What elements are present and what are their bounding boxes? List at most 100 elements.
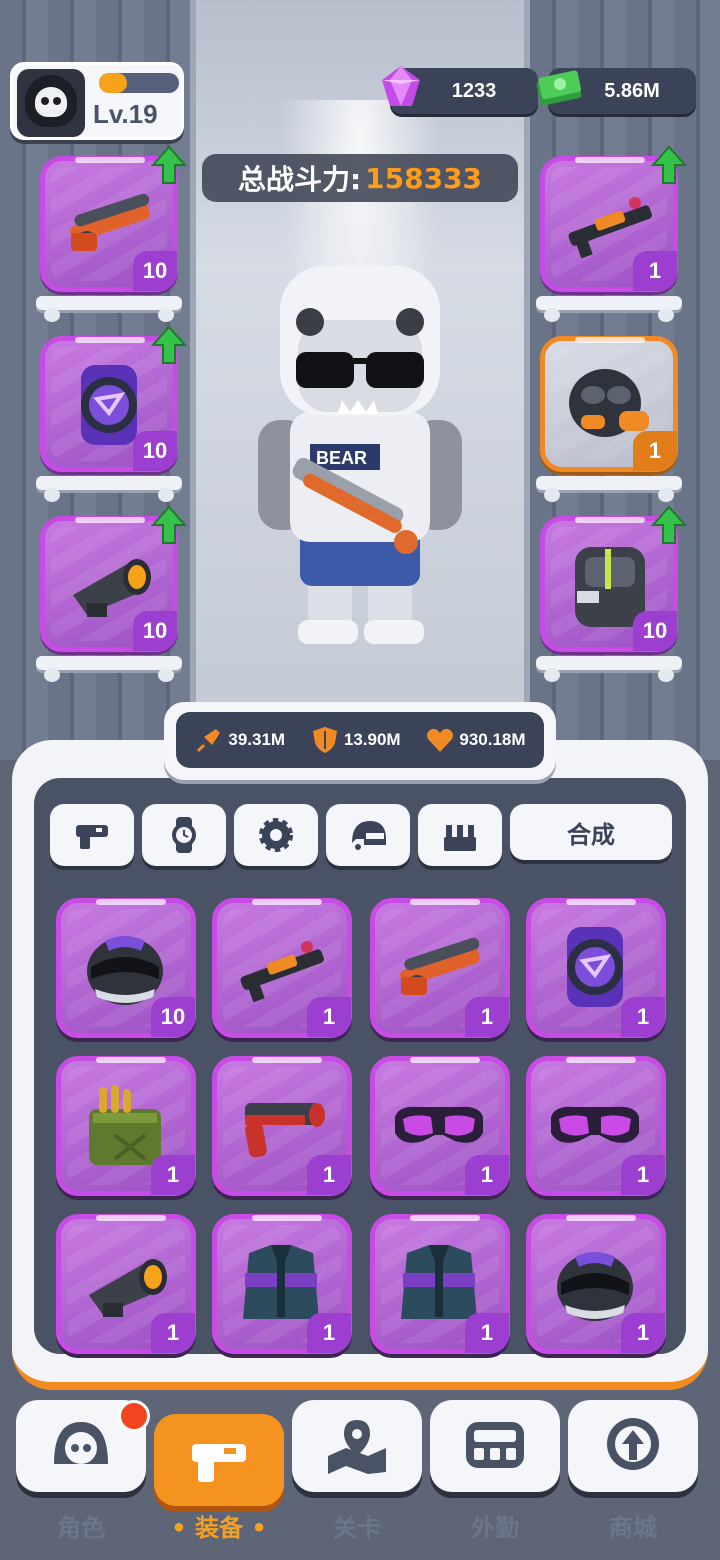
inventory-slot[interactable]: 1 <box>526 898 666 1038</box>
shield-icon <box>312 727 337 753</box>
total-power-value: 158333 <box>365 161 483 195</box>
nav-equipment[interactable] <box>154 1414 284 1506</box>
nav-label-equipment: • 装备 • <box>154 1508 284 1543</box>
defense-value: 13.90M <box>343 730 401 749</box>
merge-button[interactable]: 合成 <box>510 804 672 860</box>
inventory-slot[interactable]: 1 <box>56 1056 196 1196</box>
inventory-slot[interactable]: 1 <box>56 1214 196 1354</box>
gem-icon <box>382 66 420 106</box>
nav-label-shop: 商城 <box>609 1514 657 1542</box>
watch-tab-icon <box>172 817 196 853</box>
armor-tab-icon <box>444 825 476 851</box>
item-count: 1 <box>621 1313 665 1353</box>
notification-badge <box>118 1400 150 1432</box>
field-nav-icon <box>466 1422 524 1468</box>
avatar[interactable] <box>17 69 85 137</box>
shelf <box>36 656 182 682</box>
item-count: 1 <box>307 1313 351 1353</box>
item-count: 1 <box>621 997 665 1037</box>
shelf <box>536 296 682 322</box>
xp-bar <box>99 73 179 93</box>
tab-armor[interactable] <box>418 804 502 866</box>
nav-label-character: 角色 <box>57 1514 105 1542</box>
nav-label-stage: 关卡 <box>333 1514 381 1542</box>
player-profile[interactable]: Lv.19 <box>10 62 184 140</box>
inventory-slot[interactable]: 1 <box>212 1214 352 1354</box>
upgrade-arrow-icon <box>651 145 687 184</box>
item-count: 10 <box>133 611 177 651</box>
active-dot: • <box>171 1514 195 1542</box>
equipped-slot-left-1[interactable]: 10 <box>40 145 187 292</box>
nav-stage[interactable] <box>292 1400 422 1492</box>
bottom-nav: 角色 • 装备 • 关卡 外勤 商城 <box>0 1400 720 1560</box>
nav-label-equipment-text: 装备 <box>195 1514 243 1542</box>
item-count: 1 <box>151 1155 195 1195</box>
inventory-slot[interactable]: 1 <box>526 1214 666 1354</box>
item-count: 10 <box>633 611 677 651</box>
attack-icon <box>197 729 221 753</box>
map-nav-icon <box>328 1420 386 1474</box>
tab-weapons[interactable] <box>50 804 134 866</box>
inventory-slot[interactable]: 1 <box>212 898 352 1038</box>
item-count: 10 <box>133 431 177 471</box>
item-count: 1 <box>465 1313 509 1353</box>
item-count: 1 <box>465 997 509 1037</box>
item-count: 1 <box>307 997 351 1037</box>
item-count: 10 <box>133 251 177 291</box>
gear-tab-icon <box>259 818 293 852</box>
equipped-slot-right-3[interactable]: 10 <box>540 505 687 652</box>
tab-watches[interactable] <box>142 804 226 866</box>
upgrade-arrow-icon <box>151 325 187 364</box>
defense-stat: 13.90M <box>310 725 401 755</box>
item-count: 1 <box>465 1155 509 1195</box>
nav-shop[interactable] <box>568 1400 698 1492</box>
attack-stat: 39.31M <box>194 725 285 755</box>
shelf <box>36 476 182 502</box>
inventory-slot[interactable]: 1 <box>370 1056 510 1196</box>
gem-counter[interactable]: 1233 <box>382 66 538 114</box>
character-nav-icon <box>54 1422 108 1464</box>
active-dot: • <box>243 1514 267 1542</box>
tab-helmets[interactable] <box>326 804 410 866</box>
equipped-slot-right-1[interactable]: 1 <box>540 145 687 292</box>
character-model[interactable]: BEAR <box>250 262 470 652</box>
health-value: 930.18M <box>459 730 526 749</box>
equipment-nav-icon <box>192 1444 246 1482</box>
item-count: 1 <box>621 1155 665 1195</box>
tab-gear[interactable] <box>234 804 318 866</box>
stats-bar: 39.31M 13.90M 930.18M <box>164 702 556 780</box>
cash-icon <box>536 70 582 106</box>
heart-icon <box>427 728 454 752</box>
item-count: 1 <box>633 251 677 291</box>
cash-amount: 5.86M <box>604 79 660 102</box>
inventory-slot[interactable]: 1 <box>370 898 510 1038</box>
shelf <box>536 656 682 682</box>
shop-nav-icon <box>607 1418 659 1470</box>
nav-label-field: 外勤 <box>471 1514 519 1542</box>
player-level: Lv.19 <box>93 99 158 129</box>
item-count: 1 <box>151 1313 195 1353</box>
gun-tab-icon <box>76 825 108 849</box>
health-stat: 930.18M <box>425 725 526 755</box>
upgrade-arrow-icon <box>151 505 187 544</box>
inventory-slot[interactable]: 1 <box>370 1214 510 1354</box>
shirt-text: BEAR <box>316 448 367 468</box>
nav-field[interactable] <box>430 1400 560 1492</box>
gem-amount: 1233 <box>451 79 497 102</box>
equipped-slot-left-2[interactable]: 10 <box>40 325 187 472</box>
helmet-tab-icon <box>352 821 386 850</box>
total-power-label: 总战斗力: <box>237 163 362 196</box>
equipped-slot-left-3[interactable]: 10 <box>40 505 187 652</box>
item-count: 1 <box>633 431 677 471</box>
item-count: 10 <box>151 997 195 1037</box>
xp-bar-fill <box>99 73 127 93</box>
total-power-banner: 总战斗力: 158333 <box>202 154 518 202</box>
equipped-slot-right-2[interactable]: 1 <box>540 336 678 472</box>
inventory-slot[interactable]: 1 <box>212 1056 352 1196</box>
inventory-slot[interactable]: 1 <box>526 1056 666 1196</box>
upgrade-arrow-icon <box>651 505 687 544</box>
inventory-slot[interactable]: 10 <box>56 898 196 1038</box>
upgrade-arrow-icon <box>151 145 187 184</box>
cash-counter[interactable]: 5.86M <box>536 68 696 114</box>
item-count: 1 <box>307 1155 351 1195</box>
